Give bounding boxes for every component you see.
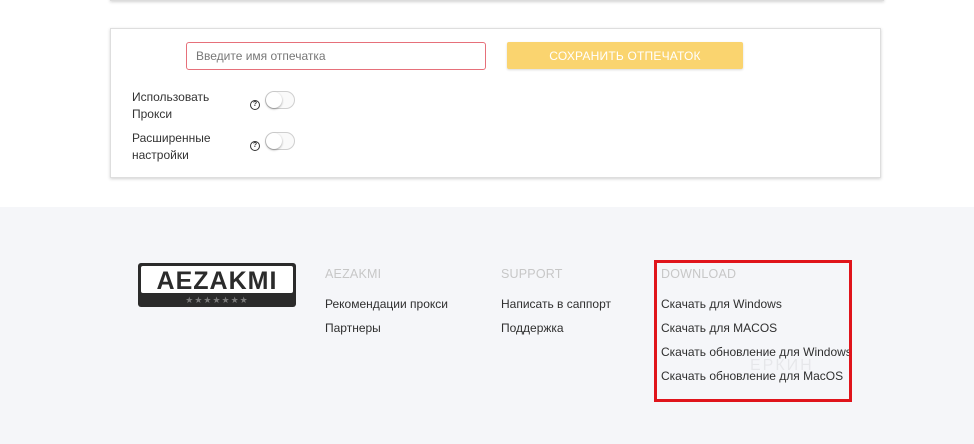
footer-link-contact-support[interactable]: Написать в саппорт: [501, 297, 611, 311]
footer-column-title: SUPPORT: [501, 267, 563, 281]
watermark-text: ЕРКИН: [750, 357, 814, 374]
save-fingerprint-button[interactable]: СОХРАНИТЬ ОТПЕЧАТОК: [507, 42, 743, 69]
download-highlight-box: [654, 260, 852, 402]
footer-column-support: SUPPORT Написать в саппорт Поддержка: [501, 267, 611, 345]
aezakmi-logo[interactable]: AEZAKMI ★★★★★★★: [138, 263, 296, 307]
footer-column-title: AEZAKMI: [325, 267, 382, 281]
use-proxy-toggle[interactable]: [265, 91, 295, 109]
use-proxy-label: Использовать Прокси: [132, 90, 210, 121]
footer-link-proxy-recommendations[interactable]: Рекомендации прокси: [325, 297, 448, 311]
advanced-settings-toggle[interactable]: [265, 132, 295, 150]
use-proxy-help-icon[interactable]: ?: [250, 100, 260, 110]
toggle-knob: [266, 133, 282, 149]
svg-text:★★★★★★★: ★★★★★★★: [185, 296, 248, 306]
advanced-settings-label: Расширенные настройки: [132, 131, 211, 162]
fingerprint-form-card: СОХРАНИТЬ ОТПЕЧАТОК Использовать Прокси …: [110, 28, 881, 178]
logo-wordmark: AEZAKMI: [157, 267, 278, 295]
logo-stars: ★★★★★★★: [185, 296, 248, 306]
fingerprint-name-input[interactable]: [186, 42, 486, 70]
footer-column-aezakmi: AEZAKMI Рекомендации прокси Партнеры: [325, 267, 448, 345]
toggle-knob: [266, 92, 282, 108]
site-footer: AEZAKMI ★★★★★★★ AEZAKMI Рекомендации про…: [0, 207, 974, 444]
previous-card-edge: [110, 0, 884, 1]
footer-link-support[interactable]: Поддержка: [501, 321, 611, 335]
advanced-settings-help-icon[interactable]: ?: [250, 141, 260, 151]
footer-link-partners[interactable]: Партнеры: [325, 321, 448, 335]
